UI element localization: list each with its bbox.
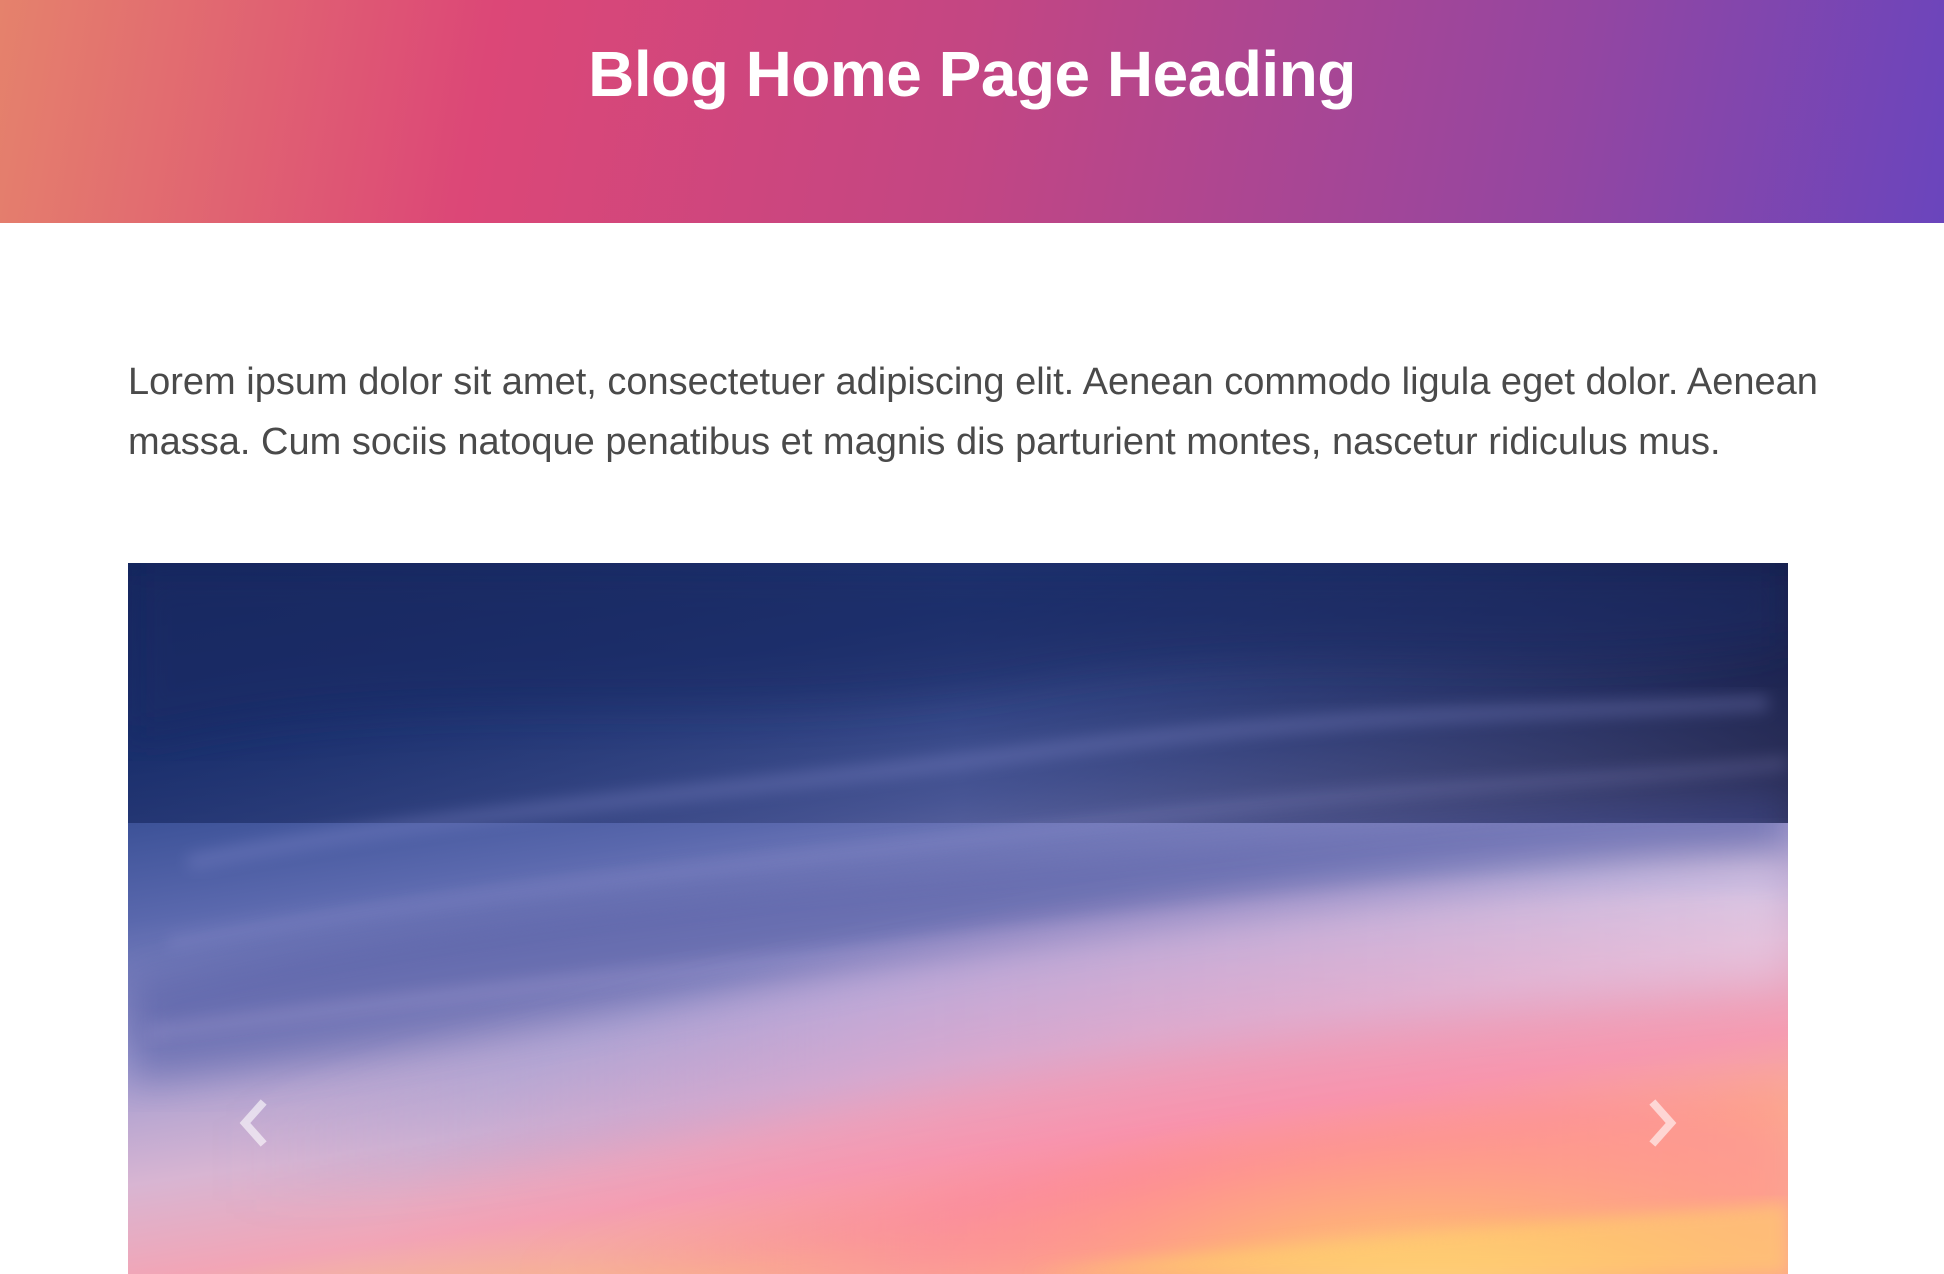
- carousel-next-button[interactable]: [1623, 1083, 1703, 1163]
- image-carousel[interactable]: [128, 563, 1788, 1274]
- carousel-slide-image: [128, 563, 1788, 1274]
- chevron-right-icon: [1649, 1099, 1677, 1147]
- carousel-prev-button[interactable]: [213, 1083, 293, 1163]
- chevron-left-icon: [239, 1099, 267, 1147]
- page-header: Blog Home Page Heading: [0, 0, 1944, 223]
- intro-paragraph: Lorem ipsum dolor sit amet, consectetuer…: [128, 361, 1818, 463]
- page-title: Blog Home Page Heading: [588, 38, 1356, 110]
